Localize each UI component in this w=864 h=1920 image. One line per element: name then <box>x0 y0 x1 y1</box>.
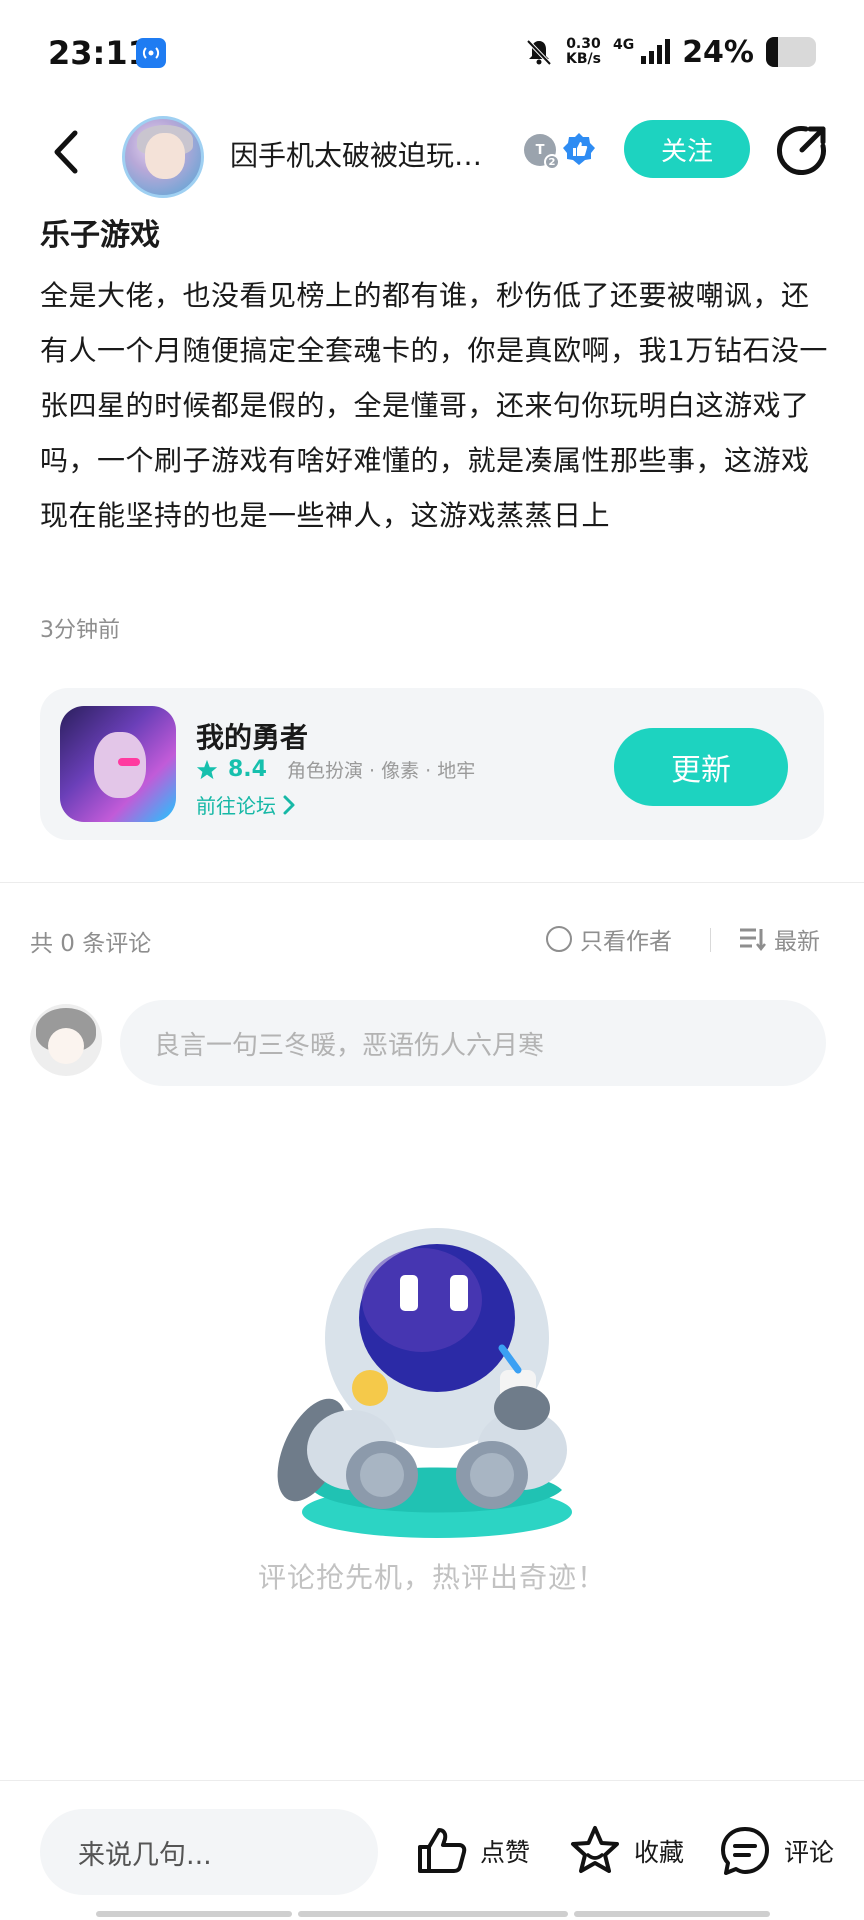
robot-mascot-illustration <box>277 1228 572 1538</box>
forum-link-label: 前往论坛 <box>196 794 276 818</box>
post-timestamp: 3分钟前 <box>40 618 120 643</box>
favorite-button[interactable]: 收藏 <box>568 1811 684 1891</box>
my-avatar <box>30 1004 102 1076</box>
gesture-bar <box>96 1911 770 1917</box>
game-rating: 8.4 <box>228 757 267 782</box>
thumbs-up-icon <box>418 1828 467 1873</box>
status-time: 23:11 <box>48 34 150 72</box>
game-icon[interactable] <box>60 706 176 822</box>
net-speed-value: 0.30 <box>566 36 601 52</box>
signal-icon <box>641 39 671 64</box>
only-author-toggle[interactable]: 只看作者 <box>546 922 672 956</box>
chevron-left-icon <box>54 130 78 174</box>
post-title: 乐子游戏 <box>40 218 160 253</box>
verified-like-badge-icon <box>563 133 595 165</box>
author-name[interactable]: 因手机太破被迫玩… <box>230 134 508 174</box>
hotspot-icon <box>136 38 166 68</box>
level-badge-icon: T2 <box>524 134 560 170</box>
game-tags: 角色扮演 · 像素 · 地牢 <box>286 760 476 782</box>
status-bar: 23:11 0.30 KB/s 4G 24% <box>0 0 864 104</box>
comment-button[interactable]: 评论 <box>718 1811 834 1891</box>
battery-percent: 24% <box>682 34 754 70</box>
post-header: 因手机太破被迫玩… T2 关注 <box>0 104 864 200</box>
chevron-right-icon <box>283 795 295 814</box>
game-card[interactable]: 我的勇者 8.4 角色扮演 · 像素 · 地牢 前往论坛 更新 <box>40 688 824 840</box>
comment-count: 共 0 条评论 <box>30 931 152 957</box>
game-meta: 8.4 角色扮演 · 像素 · 地牢 <box>196 756 475 783</box>
radio-icon <box>546 926 572 952</box>
battery-icon <box>766 37 816 67</box>
sort-button[interactable]: 最新 <box>738 922 820 956</box>
comment-input[interactable]: 良言一句三冬暖，恶语伤人六月寒 <box>120 1000 826 1086</box>
net-speed-unit: KB/s <box>565 51 601 67</box>
network-type: 4G <box>612 37 635 53</box>
mute-bell-icon <box>526 39 552 66</box>
section-divider <box>0 882 864 883</box>
say-something-input[interactable]: 来说几句... <box>40 1809 378 1895</box>
empty-comments-text: 评论抢先机，热评出奇迹！ <box>257 1561 606 1594</box>
bottom-action-bar: 来说几句... 点赞 收藏 评论 <box>0 1780 864 1920</box>
status-indicators: 0.30 KB/s 4G 24% <box>524 32 816 72</box>
only-author-label: 只看作者 <box>580 929 672 955</box>
toolbar-separator <box>710 928 711 952</box>
star-icon <box>196 759 218 779</box>
sort-label: 最新 <box>774 929 820 955</box>
post-body: 全是大佬，也没看见榜上的都有谁，秒伤低了还要被嘲讽，还有人一个月随便搞定全套魂卡… <box>40 279 828 532</box>
like-label: 点赞 <box>480 1838 531 1867</box>
share-icon[interactable] <box>776 124 828 176</box>
update-button[interactable]: 更新 <box>614 728 788 806</box>
comment-bubble-icon <box>721 1827 769 1875</box>
follow-button[interactable]: 关注 <box>624 120 750 178</box>
favorite-label: 收藏 <box>634 1838 685 1867</box>
star-outline-icon <box>571 1826 619 1873</box>
sort-icon <box>740 928 766 952</box>
forum-link[interactable]: 前往论坛 <box>196 790 296 819</box>
like-button[interactable]: 点赞 <box>414 1811 530 1891</box>
net-speed: 0.30 KB/s <box>566 37 601 67</box>
comment-label: 评论 <box>784 1838 835 1867</box>
game-name: 我的勇者 <box>196 721 309 754</box>
back-button[interactable] <box>40 126 92 178</box>
author-avatar[interactable] <box>122 116 204 198</box>
